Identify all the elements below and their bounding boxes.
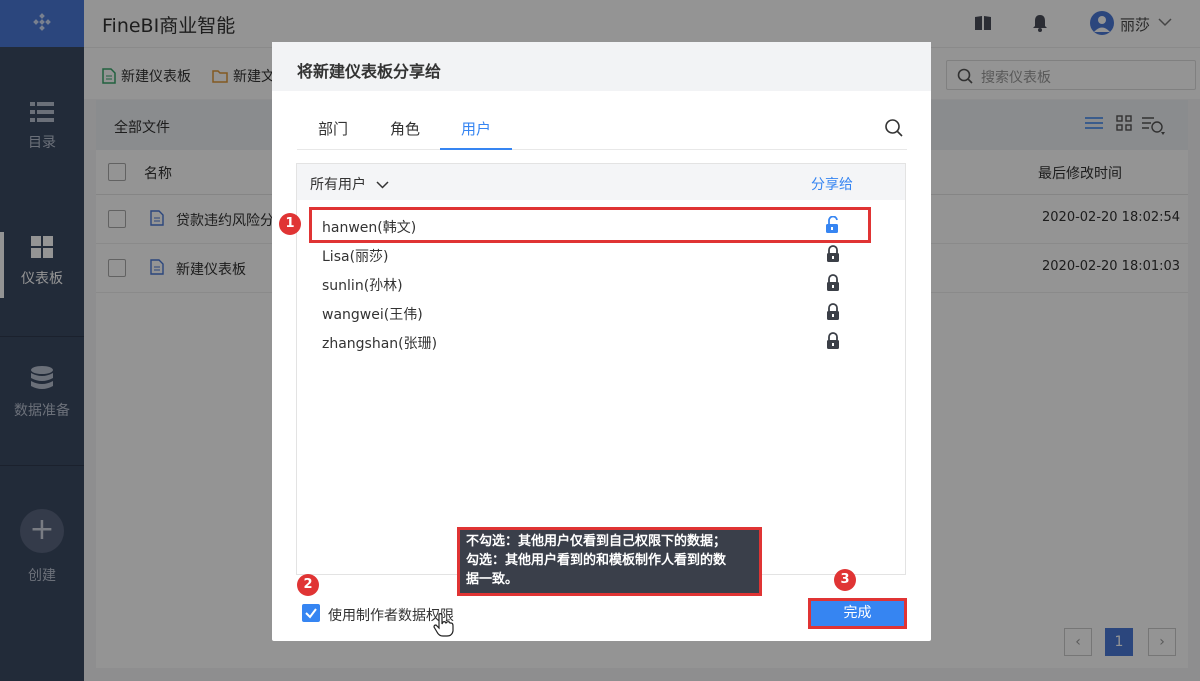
hand-cursor-icon: [433, 613, 454, 637]
user-row[interactable]: zhangshan(张珊): [297, 327, 905, 356]
user-row[interactable]: Lisa(丽莎): [297, 240, 905, 269]
tab-role[interactable]: 角色: [390, 118, 420, 139]
tooltip-line: 据一致。: [466, 572, 519, 587]
user-list-header: 所有用户 分享给: [297, 164, 905, 200]
tooltip: 不勾选：其他用户仅看到自己权限下的数据； 勾选：其他用户看到的和模板制作人看到的…: [457, 527, 762, 596]
creator-permission-checkbox[interactable]: [302, 604, 320, 622]
user-row[interactable]: sunlin(孙林): [297, 269, 905, 298]
tab-user[interactable]: 用户: [461, 118, 491, 139]
user-name: Lisa(丽莎): [322, 249, 389, 265]
lock-icon[interactable]: [825, 332, 841, 350]
done-button[interactable]: 完成: [808, 598, 907, 629]
step-badge-2: 2: [297, 574, 319, 596]
tooltip-line: 勾选：其他用户看到的和模板制作人看到的数: [466, 553, 727, 568]
user-name: zhangshan(张珊): [322, 336, 438, 352]
user-row[interactable]: wangwei(王伟): [297, 298, 905, 327]
dialog-title: 将新建仪表板分享给: [297, 62, 442, 81]
highlight-box-user: [309, 207, 871, 243]
dialog-tabs: 部门 角色 用户: [297, 112, 907, 150]
tooltip-line: 不勾选：其他用户仅看到自己权限下的数据；: [466, 534, 727, 549]
lock-icon[interactable]: [825, 303, 841, 321]
lock-icon[interactable]: [825, 245, 841, 263]
user-name: wangwei(王伟): [322, 307, 423, 323]
step-badge-3: 3: [834, 569, 856, 591]
lock-icon[interactable]: [825, 274, 841, 292]
active-tab-underline: [440, 148, 512, 150]
tab-department[interactable]: 部门: [318, 118, 348, 139]
user-filter-label: 所有用户: [310, 177, 366, 193]
check-icon: [305, 608, 317, 619]
user-name: sunlin(孙林): [322, 278, 403, 294]
search-icon[interactable]: [884, 118, 904, 138]
dialog-header: 将新建仪表板分享给: [272, 42, 931, 91]
share-column-header: 分享给: [811, 177, 853, 193]
step-badge-1: 1: [279, 213, 301, 235]
user-filter-dropdown[interactable]: 所有用户: [310, 174, 389, 194]
chevron-down-icon: [376, 181, 389, 189]
